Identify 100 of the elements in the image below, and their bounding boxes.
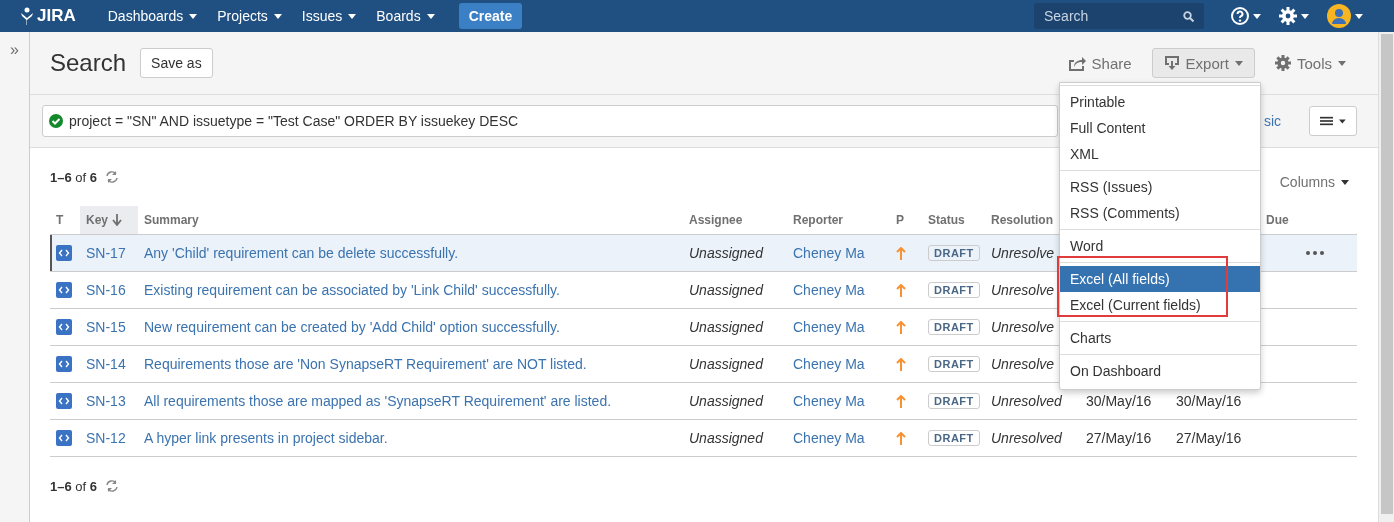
- issue-key[interactable]: SN-12: [80, 420, 138, 456]
- caret-icon: [1253, 13, 1261, 19]
- assignee-cell-text: Unassigned: [688, 244, 765, 263]
- columns-button[interactable]: Columns: [1271, 174, 1357, 190]
- resolution-text: Unresolve: [991, 356, 1055, 372]
- nav-menu[interactable]: Boards: [366, 0, 445, 32]
- resolution-text: Unresolve: [991, 245, 1055, 261]
- issue-key[interactable]: SN-13: [80, 383, 138, 419]
- caret-icon: [1234, 60, 1243, 66]
- refresh-icon: [105, 479, 119, 493]
- reporter-link[interactable]: Cheney Ma: [787, 383, 890, 419]
- settings-icon: [1274, 55, 1291, 71]
- assignee-cell-text: Unassigned: [688, 429, 765, 448]
- resolution-text: Unresolve: [991, 282, 1055, 298]
- jira-logo[interactable]: JIRA: [20, 6, 76, 26]
- search-field[interactable]: Search: [1034, 3, 1204, 29]
- results-count: 1–6 of 6: [50, 169, 97, 185]
- more-actions-icon[interactable]: [1306, 251, 1324, 255]
- reporter-link[interactable]: Cheney Ma: [787, 235, 890, 271]
- caret-icon: [348, 13, 357, 19]
- test-case-icon: [56, 430, 72, 446]
- reporter-link[interactable]: Cheney Ma: [787, 420, 890, 456]
- status-lozenge: DRAFT: [928, 430, 980, 446]
- priority-high-icon: [896, 283, 906, 297]
- list-icon: [1320, 115, 1334, 127]
- assignee-cell-text: Unassigned: [688, 392, 765, 411]
- menu-item[interactable]: Excel (Current fields): [1060, 292, 1260, 318]
- menu-item[interactable]: Word: [1060, 233, 1260, 259]
- priority-high-icon: [896, 320, 906, 334]
- reporter-link[interactable]: Cheney Ma: [787, 309, 890, 345]
- date-cell-text: 30/May/16: [1175, 392, 1243, 411]
- issue-key[interactable]: SN-17: [80, 235, 138, 271]
- resolution-text: Unresolved: [991, 430, 1062, 446]
- caret-icon: [1339, 118, 1346, 124]
- issue-key[interactable]: SN-14: [80, 346, 138, 382]
- caret-icon: [1341, 179, 1349, 185]
- resolution-text: Unresolve: [991, 319, 1055, 335]
- avatar-icon: [1327, 4, 1351, 28]
- date-cell-text: 27/May/16: [1175, 429, 1243, 448]
- status-lozenge: DRAFT: [928, 356, 980, 372]
- column-header[interactable]: Key: [80, 206, 138, 235]
- query-field[interactable]: project = "SN" AND issuetype = "Test Case" ORDER BY issuekey DESC: [42, 105, 1058, 137]
- results-count: 1–6 of 6: [50, 478, 97, 494]
- page-title: Search: [50, 49, 127, 77]
- basic-mode-link[interactable]: sic: [1263, 113, 1281, 129]
- settings-icon: [1279, 7, 1297, 25]
- nav-menu[interactable]: Issues: [291, 0, 367, 32]
- issue-summary[interactable]: A hyper link presents in project sidebar.: [138, 420, 683, 456]
- assignee-cell-text: Unassigned: [688, 281, 765, 300]
- status-lozenge: DRAFT: [928, 319, 980, 335]
- issue-summary[interactable]: Requirements those are 'Non SynapseRT Requirement' are NOT listed.: [138, 346, 683, 382]
- save-as-button[interactable]: Save as: [140, 48, 213, 78]
- menu-item[interactable]: Charts: [1060, 325, 1260, 351]
- test-case-icon: [56, 319, 72, 335]
- issue-summary[interactable]: Existing requirement can be associated by 'Link Child' successfully.: [138, 272, 683, 308]
- date-cell-text: 30/May/16: [1085, 392, 1153, 411]
- help-icon: [1231, 7, 1249, 25]
- query-text: project = "SN" AND issuetype = "Test Case" ORDER BY issuekey DESC: [69, 113, 519, 129]
- sidebar-toggle[interactable]: »: [10, 42, 19, 60]
- issue-summary[interactable]: Any 'Child' requirement can be delete successfully.: [138, 235, 683, 271]
- test-case-icon: [56, 245, 72, 261]
- reporter-link[interactable]: Cheney Ma: [787, 346, 890, 382]
- layout-menu-button[interactable]: [1309, 106, 1357, 136]
- date-cell-text: 27/May/16: [1085, 429, 1153, 448]
- refresh-icon: [105, 170, 119, 184]
- priority-high-icon: [896, 431, 906, 445]
- issue-summary[interactable]: New requirement can be created by 'Add Child' option successfully.: [138, 309, 683, 345]
- priority-high-icon: [896, 246, 906, 260]
- menu-item[interactable]: Excel (All fields): [1060, 266, 1260, 292]
- priority-high-icon: [896, 357, 906, 371]
- menu-item[interactable]: On Dashboard: [1060, 358, 1260, 384]
- scrollbar[interactable]: [1378, 32, 1394, 522]
- issue-key[interactable]: SN-15: [80, 309, 138, 345]
- menu-item[interactable]: Printable: [1060, 89, 1260, 115]
- create-button[interactable]: Create: [458, 3, 523, 29]
- caret-icon: [273, 13, 282, 19]
- issue-summary[interactable]: All requirements those are mapped as 'SynapseRT Requirement' are listed.: [138, 383, 683, 419]
- caret-icon: [189, 13, 198, 19]
- menu-item[interactable]: XML: [1060, 141, 1260, 167]
- status-lozenge: DRAFT: [928, 245, 980, 261]
- caret-icon: [426, 13, 435, 19]
- menu-item[interactable]: Full Content: [1060, 115, 1260, 141]
- reporter-link[interactable]: Cheney Ma: [787, 272, 890, 308]
- assignee-cell-text: Unassigned: [688, 318, 765, 337]
- share-icon: [1067, 55, 1086, 71]
- nav-menu[interactable]: Projects: [207, 0, 292, 32]
- download-icon: [1163, 55, 1180, 71]
- export-button[interactable]: Export: [1151, 48, 1255, 78]
- sort-down-icon: [112, 214, 122, 226]
- caret-icon: [1338, 60, 1346, 66]
- nav-menu[interactable]: Dashboards: [97, 0, 208, 32]
- caret-icon: [1355, 13, 1363, 19]
- menu-item[interactable]: RSS (Issues): [1060, 174, 1260, 200]
- assignee-cell-text: Unassigned: [688, 355, 765, 374]
- priority-high-icon: [896, 394, 906, 408]
- test-case-icon: [56, 356, 72, 372]
- issue-key[interactable]: SN-16: [80, 272, 138, 308]
- test-case-icon: [56, 282, 72, 298]
- status-lozenge: DRAFT: [928, 393, 980, 409]
- search-icon: [1183, 11, 1194, 22]
